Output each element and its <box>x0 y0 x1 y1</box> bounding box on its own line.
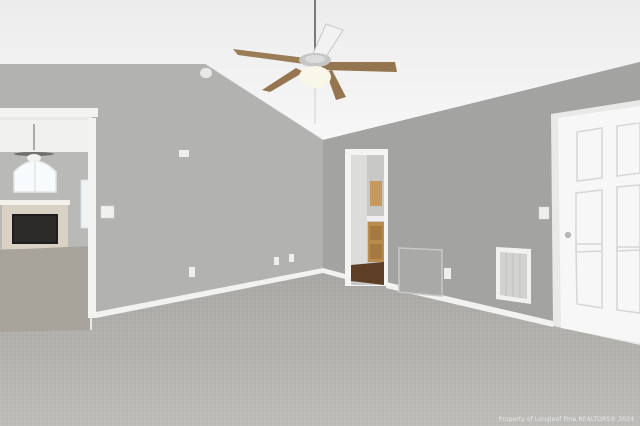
closet-door[interactable] <box>551 100 640 345</box>
outlet-left <box>189 267 195 277</box>
bathroom-doorway <box>345 149 388 286</box>
room-illustration <box>0 0 640 426</box>
photo-credit: Property of Longleaf Pine REALTORS® 2024 <box>498 416 634 423</box>
room-photo: Property of Longleaf Pine REALTORS® 2024 <box>0 0 640 426</box>
smoke-detector <box>200 68 212 78</box>
fan-light <box>299 66 331 88</box>
outlet-right <box>444 268 451 279</box>
outlet-left-2 <box>274 257 279 265</box>
access-panel <box>398 247 443 297</box>
door-knob-icon[interactable] <box>564 231 572 239</box>
thermostat <box>179 150 189 157</box>
outlet-left-3 <box>289 254 294 262</box>
light-switch-right[interactable] <box>538 206 550 220</box>
light-switch[interactable] <box>100 205 115 219</box>
air-vent <box>496 247 531 304</box>
living-room-doorway <box>0 108 98 332</box>
